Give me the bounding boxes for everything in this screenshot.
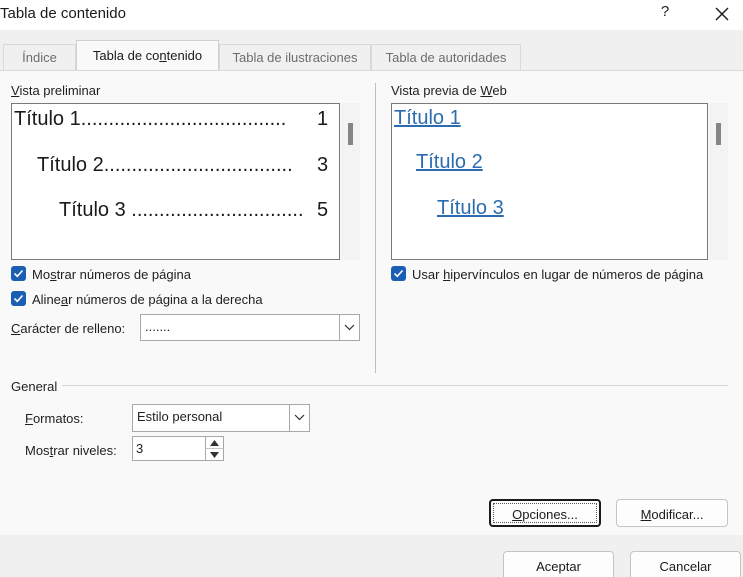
tab-leader-select[interactable]: ....... bbox=[140, 314, 360, 341]
arrow-up-icon bbox=[210, 440, 219, 446]
checkmark-icon bbox=[13, 269, 24, 278]
web-entry-3[interactable]: Título 3 bbox=[437, 197, 504, 220]
dropdown-button[interactable] bbox=[289, 405, 309, 431]
print-preview-box: Título 1................................… bbox=[11, 103, 340, 260]
spinner-up-button[interactable] bbox=[206, 437, 223, 449]
checkmark-icon bbox=[393, 269, 404, 278]
tab-indice[interactable]: Índice bbox=[3, 44, 76, 70]
modify-button[interactable]: Modificar... bbox=[616, 499, 728, 527]
formats-select[interactable]: Estilo personal bbox=[132, 404, 310, 432]
vertical-divider bbox=[375, 83, 376, 373]
tab-tabla-de-ilustraciones[interactable]: Tabla de ilustraciones bbox=[219, 44, 371, 70]
show-page-numbers-label[interactable]: Mostrar números de página bbox=[32, 267, 191, 282]
window-title: Tabla de contenido bbox=[0, 5, 126, 22]
right-align-label[interactable]: Alinear números de página a la derecha bbox=[32, 292, 263, 307]
levels-spinner[interactable]: 3 bbox=[132, 436, 224, 461]
ok-button[interactable]: Aceptar bbox=[503, 551, 614, 577]
toc-entry-2-page: 3 bbox=[317, 154, 329, 176]
use-hyperlinks-label[interactable]: Usar hipervínculos en lugar de números d… bbox=[412, 267, 703, 282]
print-preview-label: Vista preliminar bbox=[11, 83, 101, 98]
options-button[interactable]: Opciones... bbox=[489, 499, 601, 527]
dialog-footer: Aceptar Cancelar bbox=[0, 535, 743, 577]
show-page-numbers-checkbox[interactable] bbox=[11, 266, 26, 281]
web-preview-scrollbar[interactable] bbox=[709, 103, 728, 260]
help-button[interactable]: ? bbox=[655, 3, 675, 25]
tab-content: Vista preliminar Título 1...............… bbox=[0, 70, 743, 535]
scrollbar-thumb[interactable] bbox=[348, 123, 353, 145]
tab-strip: Índice Tabla de contenido Tabla de ilust… bbox=[0, 30, 743, 71]
right-align-checkbox[interactable] bbox=[11, 291, 26, 306]
chevron-down-icon bbox=[294, 414, 305, 421]
toc-entry-2: Título 2................................… bbox=[37, 154, 293, 176]
levels-value[interactable]: 3 bbox=[136, 441, 143, 456]
general-group-label: General bbox=[11, 379, 58, 394]
toc-entry-3: Título 3 ............................... bbox=[59, 199, 304, 221]
title-bar: Tabla de contenido ? bbox=[0, 0, 743, 30]
web-entry-2[interactable]: Título 2 bbox=[416, 151, 483, 174]
toc-entry-3-page: 5 bbox=[317, 199, 329, 221]
use-hyperlinks-checkbox[interactable] bbox=[391, 266, 406, 281]
spinner-down-button[interactable] bbox=[206, 449, 223, 461]
tab-tabla-de-autoridades[interactable]: Tabla de autoridades bbox=[371, 44, 521, 70]
close-icon bbox=[715, 7, 729, 21]
formats-value: Estilo personal bbox=[137, 409, 223, 424]
dropdown-button[interactable] bbox=[339, 315, 359, 340]
spinner-arrows bbox=[205, 437, 223, 460]
chevron-down-icon bbox=[344, 324, 355, 331]
print-preview-scrollbar[interactable] bbox=[341, 103, 360, 260]
close-button[interactable] bbox=[707, 2, 737, 28]
checkmark-icon bbox=[13, 294, 24, 303]
arrow-down-icon bbox=[210, 452, 219, 458]
web-preview-label: Vista previa de Web bbox=[391, 83, 507, 98]
scrollbar-thumb[interactable] bbox=[716, 123, 721, 145]
tab-tabla-de-contenido[interactable]: Tabla de contenido bbox=[76, 40, 219, 71]
formats-label: Formatos: bbox=[25, 411, 84, 426]
cancel-button[interactable]: Cancelar bbox=[630, 551, 741, 577]
tab-leader-value: ....... bbox=[145, 319, 171, 334]
tab-leader-label: Carácter de relleno: bbox=[11, 321, 126, 336]
web-preview-box: Título 1 Título 2 Título 3 bbox=[391, 103, 708, 260]
toc-entry-1-page: 1 bbox=[317, 108, 329, 130]
toc-entry-1: Título 1................................… bbox=[14, 108, 287, 130]
web-entry-1[interactable]: Título 1 bbox=[394, 107, 461, 130]
general-divider bbox=[62, 385, 728, 386]
show-levels-label: Mostrar niveles: bbox=[25, 443, 117, 458]
